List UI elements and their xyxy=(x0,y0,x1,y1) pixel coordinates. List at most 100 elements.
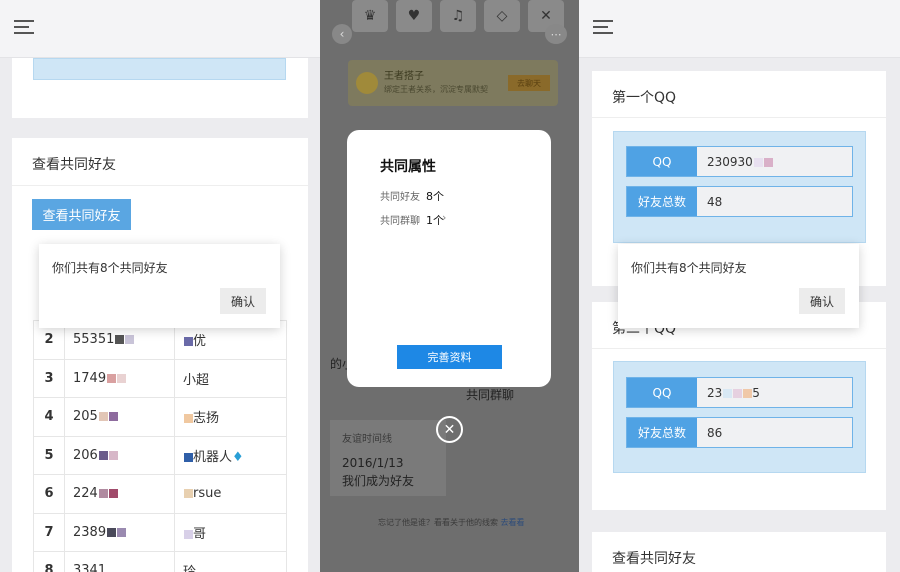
view-common-friends-button[interactable]: 查看共同好友 xyxy=(32,199,131,230)
friend-name: 小超 xyxy=(183,372,210,388)
friend-name: 优 xyxy=(193,334,207,350)
menu-icon[interactable] xyxy=(593,20,613,34)
table-row: 5 206 机器人♦ xyxy=(33,435,287,475)
first-total-field: 好友总数 48 xyxy=(626,186,853,217)
friend-name: 玲 xyxy=(183,565,196,572)
qq-value: 230930 xyxy=(697,155,773,169)
name-cell: 志扬 xyxy=(174,397,287,437)
qq-number: 206 xyxy=(73,447,98,463)
divider xyxy=(12,185,308,186)
qq-number: 3341 xyxy=(73,563,107,572)
complete-profile-button[interactable]: 完善资料 xyxy=(397,345,502,369)
trophy-icon[interactable]: ♛ xyxy=(352,0,388,32)
top-card xyxy=(12,58,308,118)
row-number: 7 xyxy=(33,512,65,552)
top-bar xyxy=(0,0,320,58)
diamond-icon: ♦ xyxy=(232,449,244,465)
total-label: 好友总数 xyxy=(627,187,697,216)
guitar-icon[interactable]: ♫ xyxy=(440,0,476,32)
row-number: 6 xyxy=(33,474,65,514)
common-friends-card: 查看共同好友 xyxy=(592,532,886,572)
total-label: 好友总数 xyxy=(627,418,697,447)
second-total-field: 好友总数 86 xyxy=(626,417,853,448)
table-row: 8 3341 玲 xyxy=(33,551,287,572)
dialog-message: 你们共有8个共同好友 xyxy=(52,261,168,275)
friend-name: 哥 xyxy=(193,526,207,542)
table-row: 7 2389 哥 xyxy=(33,512,287,552)
footer-text: 忘记了他是谁？看看关于他的线索 去看看 xyxy=(378,518,525,527)
qq-number: 205 xyxy=(73,409,98,425)
friends-value: 8个 xyxy=(426,190,444,203)
friend-name: 志扬 xyxy=(193,411,220,427)
more-icon[interactable]: ⋯ xyxy=(545,24,567,44)
section-title: 查看共同好友 xyxy=(612,551,696,567)
friend-name: rsue xyxy=(193,486,222,502)
common-attributes-modal: 共同属性 共同好友 8个 共同群聊 1个 › 完善资料 xyxy=(347,130,551,387)
qq-cell: 3341 xyxy=(64,551,175,572)
qq-cell: 205 xyxy=(64,397,175,437)
qq-label: QQ xyxy=(627,378,697,407)
first-qq-field: QQ 230930 xyxy=(626,146,853,177)
friend-name: 机器人 xyxy=(193,449,233,465)
background-group-label: 共同群聊 xyxy=(466,388,515,402)
name-cell: 玲 xyxy=(174,551,287,572)
chevron-left-icon[interactable]: ‹ xyxy=(332,24,352,44)
friends-label: 共同好友 xyxy=(380,192,420,203)
table-row: 6 224 rsue xyxy=(33,474,287,514)
name-cell: 哥 xyxy=(174,512,287,552)
name-cell: 机器人♦ xyxy=(174,435,287,475)
info-strip xyxy=(33,58,286,80)
second-qq-field: QQ 23 5 xyxy=(626,377,853,408)
timeline-card[interactable]: 友谊时间线 2016/1/13 我们成为好友 xyxy=(330,420,446,496)
chevron-right-icon[interactable]: › xyxy=(442,211,446,224)
confirm-button[interactable]: 确认 xyxy=(220,288,266,314)
table-row: 3 1749 小超 xyxy=(33,358,287,398)
timeline-label: 友谊时间线 xyxy=(342,434,392,445)
row-number: 8 xyxy=(33,551,65,572)
common-friends-dialog: 你们共有8个共同好友 确认 xyxy=(39,244,280,328)
name-cell: 小超 xyxy=(174,358,287,398)
qq-cell: 206 xyxy=(64,435,175,475)
qq-number: 55351 xyxy=(73,332,115,348)
qq-number: 1749 xyxy=(73,370,107,386)
banner-subtitle: 绑定王者关系，沉淀专属默契 xyxy=(384,85,488,94)
groups-label: 共同群聊 xyxy=(380,216,420,227)
middle-screen: ♛ ♥ ♫ ◇ ✕ ‹ ⋯ 王者搭子 绑定王者关系，沉淀专属默契 去聊天 的小叙… xyxy=(320,0,579,572)
qq-number: 224 xyxy=(73,486,98,502)
close-modal-icon[interactable]: ✕ xyxy=(436,416,463,443)
qq-cell: 224 xyxy=(64,474,175,514)
game-banner[interactable]: 王者搭子 绑定王者关系，沉淀专属默契 去聊天 xyxy=(348,60,558,106)
total-value: 48 xyxy=(707,194,723,209)
modal-title: 共同属性 xyxy=(380,159,436,175)
timeline-date: 2016/1/13 xyxy=(342,456,404,470)
qq-number: 2389 xyxy=(73,524,107,540)
qq-cell: 1749 xyxy=(64,358,175,398)
first-qq-title: 第一个QQ xyxy=(612,90,677,106)
qq-label: QQ xyxy=(627,147,697,176)
banner-title: 王者搭子 xyxy=(384,71,424,82)
timeline-text: 我们成为好友 xyxy=(342,474,415,488)
total-value: 86 xyxy=(707,425,723,440)
left-screen: 查看共同好友 查看共同好友 2 55351 优 3 1749 小超 4 205 志扬 5 20… xyxy=(0,0,320,572)
icon-row: ♛ ♥ ♫ ◇ ✕ xyxy=(352,0,564,32)
heart-icon[interactable]: ♥ xyxy=(396,0,432,32)
menu-icon[interactable] xyxy=(14,20,34,34)
banner-button[interactable]: 去聊天 xyxy=(508,75,550,91)
friends-table: 2 55351 优 3 1749 小超 4 205 志扬 5 206 机器人♦ 6 224 rsue… xyxy=(33,320,287,572)
right-screen: 第一个QQ QQ 230930 好友总数 48 第二个QQ QQ 23 5 好友总… xyxy=(579,0,900,572)
name-cell: rsue xyxy=(174,474,287,514)
game-logo-icon xyxy=(356,72,378,94)
dialog-message: 你们共有8个共同好友 xyxy=(631,261,747,275)
popsicle-icon[interactable]: ◇ xyxy=(484,0,520,32)
table-row: 4 205 志扬 xyxy=(33,397,287,437)
row-number: 5 xyxy=(33,435,65,475)
confirm-button[interactable]: 确认 xyxy=(799,288,845,314)
row-number: 4 xyxy=(33,397,65,437)
row-number: 3 xyxy=(33,358,65,398)
common-friends-dialog: 你们共有8个共同好友 确认 xyxy=(618,244,859,328)
top-bar xyxy=(579,0,900,58)
footer-link[interactable]: 去看看 xyxy=(501,518,525,527)
qq-value: 23 5 xyxy=(707,385,760,400)
qq-cell: 2389 xyxy=(64,512,175,552)
section-title: 查看共同好友 xyxy=(32,157,116,173)
